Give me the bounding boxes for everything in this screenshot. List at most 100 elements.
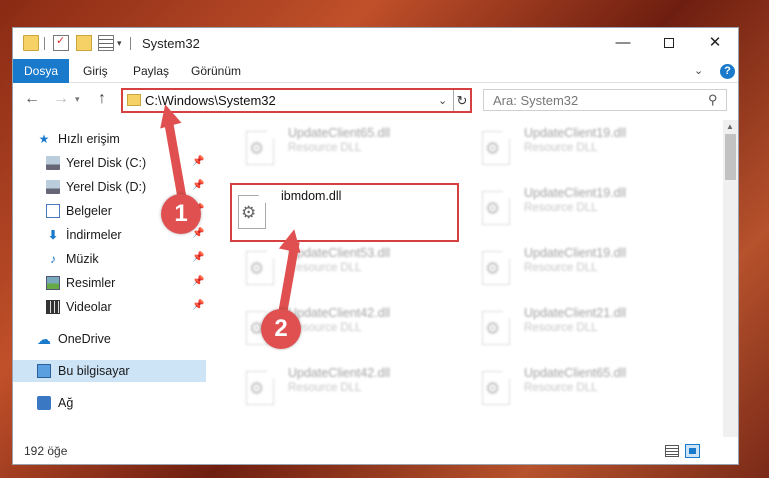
gear-icon: ⚙: [241, 203, 257, 222]
file-name: UpdateClient19.dll: [524, 246, 627, 260]
vertical-scrollbar[interactable]: ▲: [723, 120, 738, 437]
file-item[interactable]: ⚙ UpdateClient53.dll Resource DLL: [228, 242, 448, 294]
file-name: UpdateClient53.dll: [288, 246, 391, 260]
sidebar-item-this-pc[interactable]: Bu bilgisayar: [13, 360, 206, 382]
dll-file-icon: ⚙: [482, 311, 510, 345]
file-item[interactable]: ⚙ UpdateClient21.dll Resource DLL: [464, 302, 684, 354]
gear-icon: ⚙: [249, 379, 265, 398]
file-item-ibmdom[interactable]: ⚙ ibmdom.dll: [230, 183, 459, 242]
pin-icon[interactable]: 📌: [192, 252, 204, 263]
sidebar-item-label: Bu bilgisayar: [58, 364, 130, 378]
maximize-button[interactable]: [646, 28, 692, 58]
file-item[interactable]: ⚙ UpdateClient65.dll Resource DLL: [464, 362, 684, 414]
folder-icon: [127, 94, 141, 106]
recent-locations-chevron-icon[interactable]: ▾: [75, 94, 80, 105]
file-item[interactable]: ⚙ UpdateClient19.dll Resource DLL: [464, 242, 684, 294]
forward-button[interactable]: →: [53, 90, 69, 108]
dll-file-icon: ⚙: [246, 371, 274, 405]
sidebar-item-network[interactable]: Ağ: [13, 392, 206, 414]
file-name: ibmdom.dll: [281, 189, 342, 203]
file-item[interactable]: ⚙ UpdateClient19.dll Resource DLL: [464, 182, 684, 234]
file-type: Resource DLL: [524, 322, 598, 334]
dll-file-icon: ⚙: [482, 371, 510, 405]
music-icon: ♪: [50, 252, 56, 266]
item-count: 192 öğe: [24, 444, 68, 458]
search-icon[interactable]: ⚲: [708, 92, 718, 108]
search-placeholder: Ara: System32: [493, 93, 579, 108]
sidebar-item-label: Ağ: [58, 396, 74, 410]
file-item[interactable]: ⚙ UpdateClient65.dll Resource DLL: [228, 122, 448, 174]
scroll-up-icon[interactable]: ▲: [726, 122, 734, 131]
file-type: Resource DLL: [288, 382, 362, 394]
onedrive-icon: ☁: [37, 331, 51, 347]
downloads-icon: ⬇: [47, 228, 59, 242]
sidebar-item-label: Resimler: [66, 276, 116, 290]
maximize-icon: [664, 38, 674, 49]
star-icon: ★: [38, 132, 50, 146]
close-button[interactable]: ✕: [692, 28, 738, 58]
scroll-thumb[interactable]: [725, 134, 736, 180]
gear-icon: ⚙: [249, 139, 265, 158]
file-type: Resource DLL: [524, 202, 598, 214]
sidebar-item-label: Yerel Disk (D:): [66, 180, 147, 194]
sidebar-item-label: İndirmeler: [66, 228, 122, 242]
dll-file-icon: ⚙: [238, 195, 266, 229]
sidebar-item-label: Hızlı erişim: [58, 132, 120, 146]
up-button[interactable]: ↑: [98, 90, 106, 108]
tab-file[interactable]: Dosya: [13, 59, 69, 83]
tab-share[interactable]: Paylaş: [133, 59, 169, 83]
gear-icon: ⚙: [485, 139, 501, 158]
gear-icon: ⚙: [485, 319, 501, 338]
tab-view[interactable]: Görünüm: [191, 59, 241, 83]
file-list: ⚙ UpdateClient65.dll Resource DLL ⚙ Upda…: [218, 120, 721, 437]
dll-file-icon: ⚙: [246, 131, 274, 165]
navigation-bar: ← → ▾ ↑ C:\Windows\System32 ⌄ ↻ Ara: Sys…: [13, 84, 738, 117]
pin-icon[interactable]: 📌: [192, 156, 204, 167]
file-type: Resource DLL: [524, 382, 598, 394]
dll-file-icon: ⚙: [482, 251, 510, 285]
tab-home[interactable]: Giriş: [83, 59, 108, 83]
details-view-icon[interactable]: [665, 445, 679, 457]
file-name: UpdateClient65.dll: [288, 126, 391, 140]
ribbon-tabs: Dosya Giriş Paylaş Görünüm ⌄ ?: [13, 59, 738, 83]
sidebar-item-onedrive[interactable]: ☁ OneDrive: [13, 328, 206, 350]
pin-icon[interactable]: 📌: [192, 228, 204, 239]
minimize-button[interactable]: —: [600, 28, 646, 58]
toolbar-divider: [44, 37, 45, 50]
file-name: UpdateClient42.dll: [288, 306, 391, 320]
back-button[interactable]: ←: [24, 90, 40, 108]
customize-toolbar-chevron-icon[interactable]: ▾: [117, 38, 122, 49]
pin-icon[interactable]: 📌: [192, 276, 204, 287]
file-item[interactable]: ⚙ UpdateClient42.dll Resource DLL: [228, 362, 448, 414]
file-item[interactable]: ⚙ UpdateClient19.dll Resource DLL: [464, 122, 684, 174]
file-name: UpdateClient65.dll: [524, 366, 627, 380]
expand-ribbon-icon[interactable]: ⌄: [694, 64, 703, 77]
sidebar-item-label: Yerel Disk (C:): [66, 156, 147, 170]
sidebar-item-pictures[interactable]: Resimler 📌: [13, 272, 206, 294]
sidebar-item-label: Videolar: [66, 300, 112, 314]
status-bar: 192 öğe: [13, 439, 738, 464]
folder-icon: [23, 35, 39, 51]
help-icon[interactable]: ?: [720, 64, 735, 79]
callout-arrow-2-head: [278, 226, 306, 254]
dll-file-icon: ⚙: [482, 191, 510, 225]
sidebar-item-videos[interactable]: Videolar 📌: [13, 296, 206, 318]
gear-icon: ⚙: [485, 379, 501, 398]
view-options-icon[interactable]: [98, 35, 114, 51]
address-history-chevron-icon[interactable]: ⌄: [438, 94, 447, 107]
new-folder-icon[interactable]: [76, 35, 92, 51]
documents-icon: [46, 204, 60, 218]
properties-icon[interactable]: [53, 34, 69, 51]
pin-icon[interactable]: 📌: [192, 180, 204, 191]
large-icons-view-icon[interactable]: [685, 444, 700, 458]
refresh-button[interactable]: ↻: [453, 90, 470, 111]
sidebar-item-music[interactable]: ♪ Müzik 📌: [13, 248, 206, 270]
dll-file-icon: ⚙: [246, 251, 274, 285]
file-type: Resource DLL: [288, 262, 362, 274]
toolbar-divider: [130, 37, 131, 50]
sidebar-item-label: Belgeler: [66, 204, 112, 218]
search-input[interactable]: Ara: System32 ⚲: [483, 89, 727, 111]
pin-icon[interactable]: 📌: [192, 300, 204, 311]
sidebar-item-label: Müzik: [66, 252, 99, 266]
drive-icon: [46, 180, 60, 194]
